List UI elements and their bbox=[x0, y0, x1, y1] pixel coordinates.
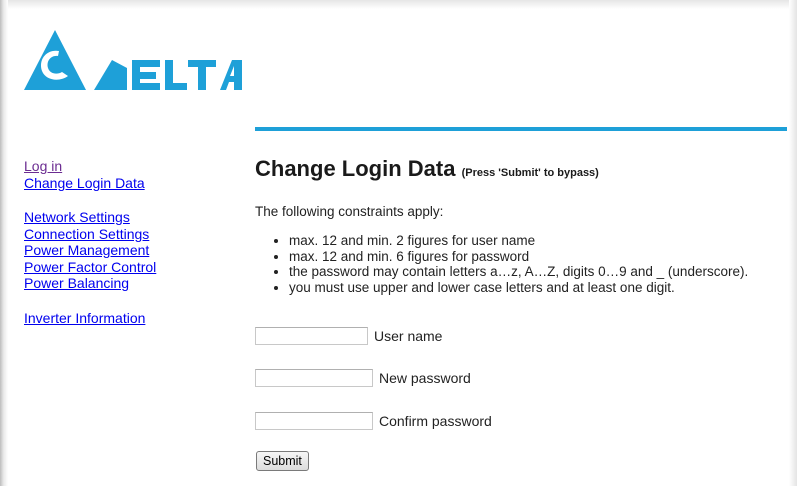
sidebar-item-network-settings[interactable]: Network Settings bbox=[24, 209, 244, 226]
sidebar-item-power-balancing[interactable]: Power Balancing bbox=[24, 275, 244, 292]
sidebar-item-change-login-data[interactable]: Change Login Data bbox=[24, 175, 244, 192]
username-label: User name bbox=[374, 328, 443, 344]
submit-button[interactable]: Submit bbox=[256, 451, 309, 471]
main-content: Change Login Data (Press 'Submit' to byp… bbox=[255, 156, 790, 295]
new-password-row: New password bbox=[255, 367, 655, 389]
constraint-item: max. 12 and min. 2 figures for user name bbox=[289, 233, 790, 249]
sidebar-item-inverter-information[interactable]: Inverter Information bbox=[24, 310, 244, 327]
sidebar-item-power-management[interactable]: Power Management bbox=[24, 242, 244, 259]
sidebar-nav: Log in Change Login Data Network Settings C… bbox=[24, 158, 244, 326]
window-shadow-left bbox=[0, 0, 8, 486]
constraints-list: max. 12 and min. 2 figures for user name… bbox=[255, 233, 790, 295]
page-title-note: (Press 'Submit' to bypass) bbox=[461, 167, 599, 179]
window-shadow-right bbox=[789, 0, 797, 486]
sidebar-item-log-in[interactable]: Log in bbox=[24, 158, 244, 175]
confirm-password-row: Confirm password bbox=[255, 410, 492, 432]
sidebar-item-connection-settings[interactable]: Connection Settings bbox=[24, 226, 244, 243]
confirm-password-label: Confirm password bbox=[379, 413, 492, 429]
constraint-item: the password may contain letters a…z, A…… bbox=[289, 264, 790, 280]
confirm-password-input[interactable] bbox=[255, 412, 373, 430]
page-title: Change Login Data (Press 'Submit' to byp… bbox=[255, 156, 790, 182]
header-divider bbox=[255, 127, 787, 131]
constraint-item: you must use upper and lower case letter… bbox=[289, 280, 790, 296]
constraints-intro: The following constraints apply: bbox=[255, 204, 444, 219]
page-title-text: Change Login Data bbox=[255, 156, 456, 181]
new-password-input[interactable] bbox=[255, 369, 373, 387]
username-input[interactable] bbox=[255, 327, 368, 345]
window-shadow-top bbox=[0, 0, 797, 9]
username-row: User name bbox=[255, 325, 442, 347]
new-password-label: New password bbox=[379, 370, 471, 386]
sidebar-item-power-factor-control[interactable]: Power Factor Control bbox=[24, 259, 244, 276]
delta-logo bbox=[24, 28, 244, 94]
constraint-item: max. 12 and min. 6 figures for password bbox=[289, 249, 790, 265]
